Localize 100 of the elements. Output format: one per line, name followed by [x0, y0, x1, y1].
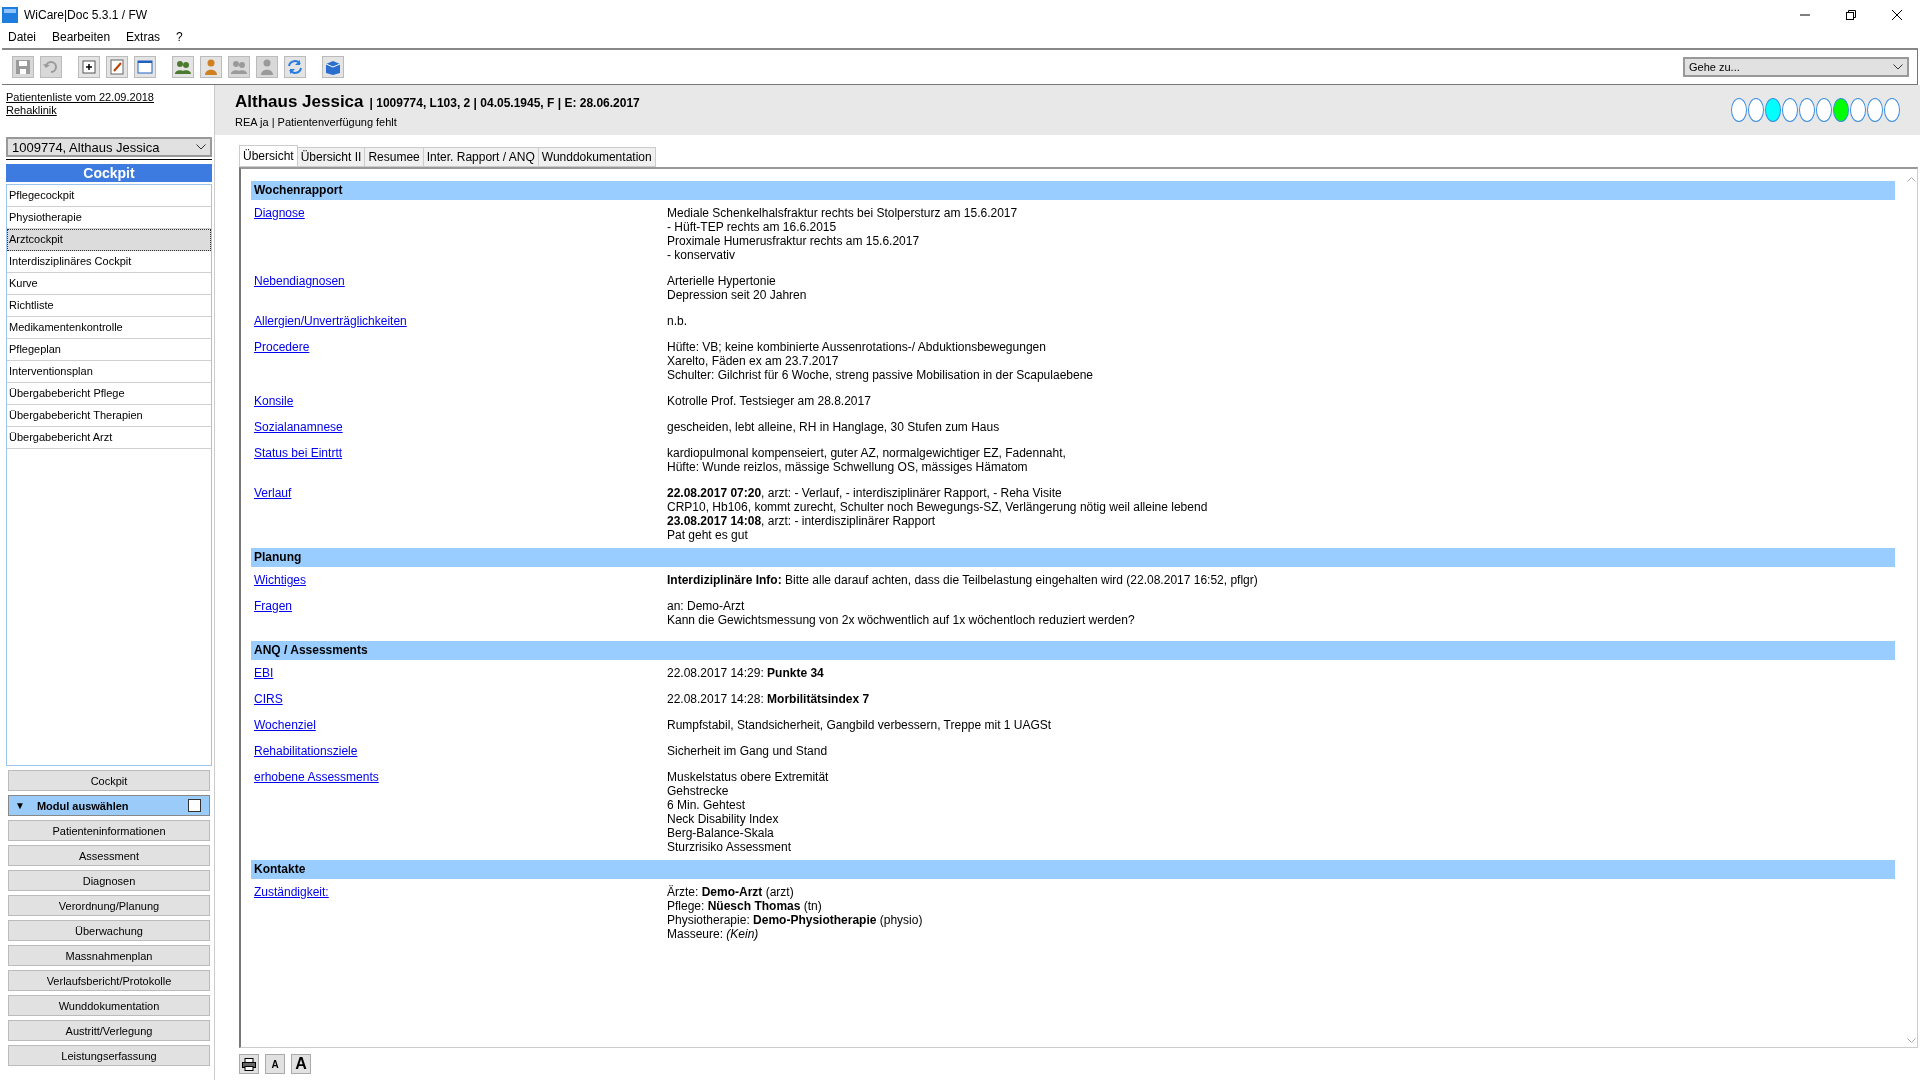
patient-list-link[interactable]: Patientenliste vom 22.09.2018	[6, 91, 212, 104]
module-header[interactable]: ▼ Modul auswählen	[8, 795, 210, 816]
field-link[interactable]: Sozialanamnese	[254, 420, 343, 434]
module-button[interactable]: Assessment	[8, 845, 210, 866]
clinic-link[interactable]: Rehaklinik	[6, 104, 212, 117]
cockpit-list-item[interactable]: Pflegeplan	[7, 339, 211, 361]
module-label: Modul auswählen	[36, 799, 130, 812]
field-link[interactable]: Wichtiges	[254, 573, 306, 587]
field-link[interactable]: Konsile	[254, 394, 294, 408]
patient-dropdown[interactable]: 1009774, Althaus Jessica	[6, 137, 212, 157]
tab[interactable]: Wunddokumentation	[538, 147, 656, 167]
font-larger-button[interactable]: A	[291, 1054, 311, 1074]
printer-icon	[242, 1057, 256, 1071]
cockpit-list-item[interactable]: Kurve	[7, 273, 211, 295]
field-link[interactable]: Fragen	[254, 599, 293, 613]
module-button[interactable]: Diagnosen	[8, 870, 210, 891]
field-value: gescheiden, lebt alleine, RH in Hanglage, 30 Stufen zum Haus	[667, 420, 1001, 434]
field-value: - konservativ	[667, 248, 737, 262]
patient-name: Althaus Jessica	[235, 92, 364, 112]
undo-icon	[42, 58, 60, 76]
close-icon	[1892, 10, 1902, 20]
cockpit-list-item[interactable]: Übergabebericht Therapien	[7, 405, 211, 427]
field-link[interactable]: EBI	[254, 666, 274, 680]
field-link[interactable]: erhobene Assessments	[254, 770, 379, 784]
menu-item[interactable]: Extras	[126, 30, 161, 44]
field-value: Pat geht es gut	[667, 528, 749, 542]
toolbar-button[interactable]	[106, 56, 128, 78]
section-header: ANQ / Assessments	[251, 641, 1895, 660]
menu-item[interactable]: Datei	[8, 30, 36, 44]
field-value: - Hüft-TEP rechts am 16.6.2015	[667, 220, 838, 234]
field-link[interactable]: Status bei Eintrtt	[254, 446, 343, 460]
field-link[interactable]: Wochenziel	[254, 718, 316, 732]
box-icon	[324, 58, 342, 76]
people-icon	[174, 58, 192, 76]
field-value: CRP10, Hb106, kommt zurecht, Schulter noch Bewegungs-SZ, Verlängerung nötig weil alleine lebend	[667, 500, 1209, 514]
window-icon	[136, 58, 154, 76]
field-value: Pflege: Nüesch Thomas (tn)	[667, 899, 823, 913]
toolbar-button[interactable]	[78, 56, 100, 78]
field-link[interactable]: Allergien/Unverträglichkeiten	[254, 314, 407, 328]
field-value: Rumpfstabil, Standsicherheit, Gangbild verbessern, Treppe mit 1 UAGSt	[667, 718, 1053, 732]
field-value: Kotrolle Prof. Testsieger am 28.8.2017	[667, 394, 872, 408]
section-header: Planung	[251, 548, 1895, 567]
field-value: Hüfte: VB; keine kombinierte Aussenrotations-/ Abduktionsbewegungen	[667, 340, 1047, 354]
field-value: Depression seit 20 Jahren	[667, 288, 808, 302]
field-value: Mediale Schenkelhalsfraktur rechts bei Stolpersturz am 15.6.2017	[667, 206, 1019, 220]
cockpit-list-item[interactable]: Arztcockpit	[7, 229, 211, 251]
cockpit-button[interactable]: Cockpit	[8, 770, 210, 791]
module-button[interactable]: Verlaufsbericht/Protokolle	[8, 970, 210, 991]
menu-item[interactable]: Bearbeiten	[52, 30, 111, 44]
tab[interactable]: Übersicht	[239, 145, 298, 167]
cockpit-list-item[interactable]: Pflegecockpit	[7, 185, 211, 207]
cockpit-list-item[interactable]: Interventionsplan	[7, 361, 211, 383]
app-logo-icon	[2, 7, 18, 23]
tab[interactable]: Resumee	[365, 147, 424, 167]
cockpit-list-item[interactable]: Medikamentenkontrolle	[7, 317, 211, 339]
expand-toggle[interactable]: ▼	[15, 800, 25, 811]
module-button[interactable]: Wunddokumentation	[8, 995, 210, 1016]
print-button[interactable]	[239, 1054, 259, 1074]
field-link[interactable]: Zuständigkeit:	[254, 885, 329, 899]
refresh-icon	[286, 58, 304, 76]
field-link[interactable]: CIRS	[254, 692, 283, 706]
cockpit-list-item[interactable]: Richtliste	[7, 295, 211, 317]
module-button[interactable]: Leistungserfassung	[8, 1045, 210, 1066]
module-checkbox[interactable]	[188, 799, 201, 812]
field-link[interactable]: Rehabilitationsziele	[254, 744, 358, 758]
field-value: 22.08.2017 14:28: Morbilitätsindex 7	[667, 692, 871, 706]
field-link[interactable]: Verlauf	[254, 486, 292, 500]
field-value: 22.08.2017 07:20, arzt: - Verlauf, - interdisziplinärer Rapport, - Reha Visite	[667, 486, 1063, 500]
tab[interactable]: Übersicht II	[297, 147, 366, 167]
module-button[interactable]: Massnahmenplan	[8, 945, 210, 966]
chevron-down-icon	[1893, 64, 1903, 70]
section-header: Kontakte	[251, 860, 1895, 879]
field-value: Hüfte: Wunde reizlos, mässige Schwellung OS, mässiges Hämatom	[667, 460, 1029, 474]
menu-item[interactable]: ?	[176, 30, 183, 44]
font-smaller-button[interactable]: A	[265, 1054, 285, 1074]
field-value: an: Demo-Arzt	[667, 599, 746, 613]
field-value: Berg-Balance-Skala	[667, 826, 775, 840]
field-value: Ärzte: Demo-Arzt (arzt)	[667, 885, 795, 899]
goto-dropdown[interactable]: Gehe zu...	[1683, 57, 1909, 77]
field-value: Masseure: (Kein)	[667, 927, 760, 941]
module-button[interactable]: Patienteninformationen	[8, 820, 210, 841]
cockpit-list-item[interactable]: Übergabebericht Pflege	[7, 383, 211, 405]
field-link[interactable]: Nebendiagnosen	[254, 274, 345, 288]
cockpit-list-item[interactable]: Übergabebericht Arzt	[7, 427, 211, 449]
field-value: Arterielle Hypertonie	[667, 274, 777, 288]
field-link[interactable]: Procedere	[254, 340, 310, 354]
tab[interactable]: Inter. Rapport / ANQ	[423, 147, 539, 167]
field-value: Kann die Gewichtsmessung von 2x wöchwentlich auf 1x wöchentloch reduziert werden?	[667, 613, 1136, 627]
section-header: Wochenrapport	[251, 181, 1895, 200]
field-value: 23.08.2017 14:08, arzt: - interdisziplinärer Rapport	[667, 514, 937, 528]
module-button[interactable]: Überwachung	[8, 920, 210, 941]
module-button[interactable]: Verordnung/Planung	[8, 895, 210, 916]
toolbar-button[interactable]	[134, 56, 156, 78]
window-title: WiCare|Doc 5.3.1 / FW	[24, 8, 148, 22]
module-button[interactable]: Austritt/Verlegung	[8, 1020, 210, 1041]
edit-icon	[108, 58, 126, 76]
field-value: n.b.	[667, 314, 688, 328]
cockpit-list-item[interactable]: Interdisziplinäres Cockpit	[7, 251, 211, 273]
field-link[interactable]: Diagnose	[254, 206, 305, 220]
field-value: 6 Min. Gehtest	[667, 798, 747, 812]
